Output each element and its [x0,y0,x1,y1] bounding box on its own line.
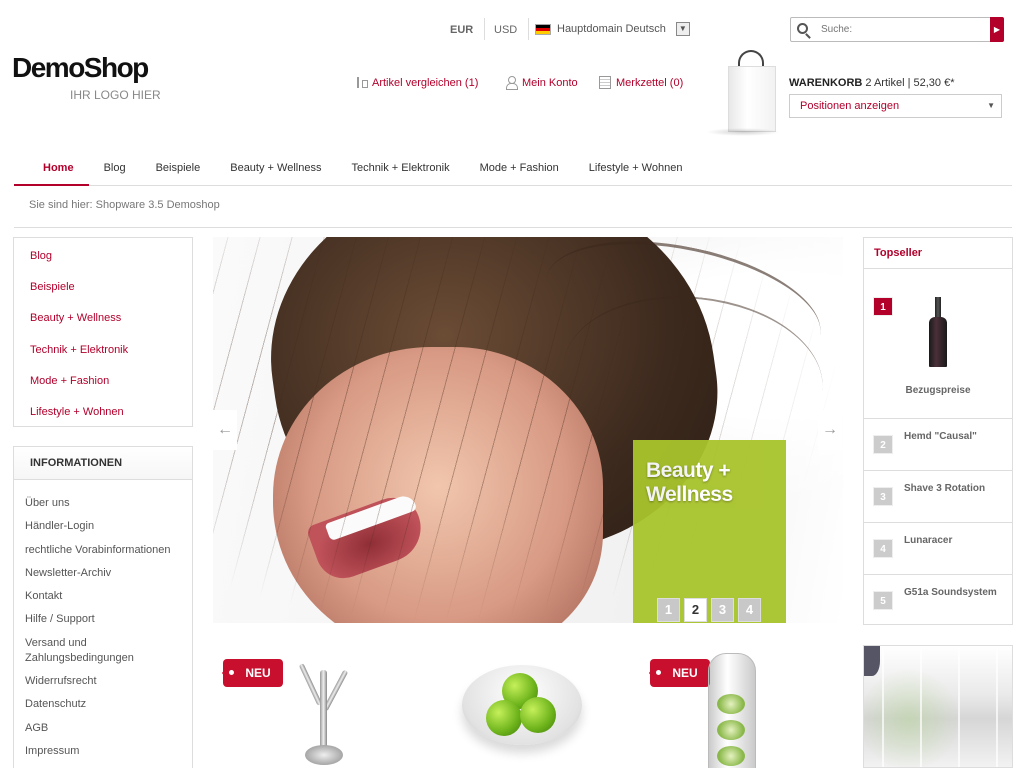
product-card[interactable]: NEU [640,645,780,768]
user-icon [505,76,518,90]
topseller-box: Topseller 1 Bezugspreise 2 Hemd "Causal"… [863,237,1013,625]
currency-eur-button[interactable]: EUR [450,18,473,42]
account-link-label: Mein Konto [522,76,578,89]
topseller-name[interactable]: Bezugspreise [864,385,1012,396]
banner-caption-box[interactable]: Beauty + Wellness [633,440,786,623]
slider-prev-arrow-icon[interactable]: ← [213,410,237,450]
nav-item-technik-elektronik[interactable]: Technik + Elektronik [336,152,464,186]
topseller-name[interactable]: Lunaracer [904,535,952,546]
info-link-ueber-uns[interactable]: Über uns [14,496,192,511]
compare-icon [355,76,368,89]
topseller-rank: 5 [873,591,893,610]
category-item-beauty-wellness[interactable]: Beauty + Wellness [14,300,192,331]
new-badge: NEU [222,659,283,687]
lime-image [520,697,556,733]
information-title: INFORMATIONEN [14,447,192,480]
product-card[interactable] [452,645,592,768]
notepad-icon [599,76,611,89]
info-link-agb[interactable]: AGB [14,721,192,736]
chevron-down-icon[interactable]: ▼ [675,22,690,36]
shop-logo[interactable]: DemoShop [12,52,149,84]
topseller-name[interactable]: Hemd "Causal" [904,431,977,442]
shopping-bag-icon[interactable] [702,50,782,140]
search-box: ▶ [790,17,1004,42]
info-link-versand[interactable]: Versand und Zahlungsbedingungen [14,636,164,666]
info-link-hilfe-support[interactable]: Hilfe / Support [14,612,192,627]
info-link-haendler-login[interactable]: Händler-Login [14,519,192,534]
product-image[interactable] [708,653,756,768]
info-link-datenschutz[interactable]: Datenschutz [14,697,192,712]
new-badge: NEU [649,659,710,687]
topseller-item[interactable]: 3 Shave 3 Rotation [864,471,1012,523]
nav-item-home[interactable]: Home [14,152,89,186]
slider-page-2[interactable]: 2 [684,598,707,622]
category-item-mode-fashion[interactable]: Mode + Fashion [14,363,192,394]
product-image[interactable] [863,645,1013,768]
german-flag-icon [535,23,551,35]
info-link-impressum[interactable]: Impressum [14,744,192,759]
currency-divider [528,18,529,40]
info-link-newsletter-archiv[interactable]: Newsletter-Archiv [14,566,192,581]
nav-item-blog[interactable]: Blog [89,152,141,186]
nav-item-beauty-wellness[interactable]: Beauty + Wellness [215,152,336,186]
cart-summary: WARENKORB 2 Artikel | 52,30 €* [789,77,955,89]
slider-pagination: 1 2 3 4 [657,598,761,622]
topseller-rank: 2 [873,435,893,454]
info-link-vorabinformationen[interactable]: rechtliche Vorabinformationen [14,543,192,558]
lime-image [486,700,522,736]
search-input[interactable] [821,21,981,38]
breadcrumb: Sie sind hier: Shopware 3.5 Demoshop [14,186,1012,228]
topseller-title: Topseller [864,238,1012,269]
language-selector[interactable]: Hauptdomain Deutsch ▼ [535,22,690,36]
nav-item-mode-fashion[interactable]: Mode + Fashion [465,152,574,186]
product-image[interactable] [293,650,353,768]
category-item-blog[interactable]: Blog [14,238,192,269]
category-item-lifestyle-wohnen[interactable]: Lifestyle + Wohnen [14,394,192,425]
info-link-widerrufsrecht[interactable]: Widerrufsrecht [14,674,192,689]
cart-title: WARENKORB [789,77,863,89]
information-box: INFORMATIONEN Über uns Händler-Login rec… [13,446,193,768]
compare-link[interactable]: Artikel vergleichen (1) [355,76,478,89]
language-label: Hauptdomain Deutsch [557,23,666,35]
currency-usd-button[interactable]: USD [494,18,517,42]
wine-bottle-image[interactable] [929,297,947,367]
topseller-name[interactable]: G51a Soundsystem [904,587,997,598]
slider-next-arrow-icon[interactable]: → [818,410,842,450]
category-item-technik-elektronik[interactable]: Technik + Elektronik [14,332,192,363]
topseller-item[interactable]: 4 Lunaracer [864,523,1012,575]
slider-page-1[interactable]: 1 [657,598,680,622]
topseller-item[interactable]: 1 Bezugspreise [864,269,1012,419]
wishlist-link[interactable]: Merkzettel (0) [599,76,683,89]
topseller-item[interactable]: 2 Hemd "Causal" [864,419,1012,471]
category-item-beispiele[interactable]: Beispiele [14,269,192,300]
nav-item-lifestyle-wohnen[interactable]: Lifestyle + Wohnen [574,152,698,186]
slider-page-3[interactable]: 3 [711,598,734,622]
cart-positions-dropdown[interactable]: Positionen anzeigen ▼ [789,94,1002,118]
category-menu: Blog Beispiele Beauty + Wellness Technik… [13,237,193,427]
topseller-rank: 1 [873,297,893,316]
cart-positions-label: Positionen anzeigen [800,100,900,112]
logo-subtitle: IHR LOGO HIER [70,88,161,102]
nav-item-beispiele[interactable]: Beispiele [141,152,216,186]
search-submit-button[interactable]: ▶ [990,17,1004,42]
topseller-item[interactable]: 5 G51a Soundsystem [864,575,1012,627]
currency-divider [484,18,485,40]
info-link-kontakt[interactable]: Kontakt [14,589,192,604]
banner-caption-line2: Wellness [646,483,733,506]
main-navigation: Home Blog Beispiele Beauty + Wellness Te… [14,152,1012,186]
topseller-name[interactable]: Shave 3 Rotation [904,483,985,494]
wishlist-link-label: Merkzettel (0) [616,76,684,89]
banner-caption-line1: Beauty + [646,459,731,482]
chevron-down-icon: ▼ [987,101,995,110]
topseller-rank: 3 [873,487,893,506]
cart-totals: 2 Artikel | 52,30 €* [865,77,955,89]
topseller-rank: 4 [873,539,893,558]
account-link[interactable]: Mein Konto [505,76,578,90]
compare-link-label: Artikel vergleichen (1) [372,76,479,89]
slider-page-4[interactable]: 4 [738,598,761,622]
search-icon [797,23,808,34]
product-card[interactable]: NEU [213,645,353,768]
